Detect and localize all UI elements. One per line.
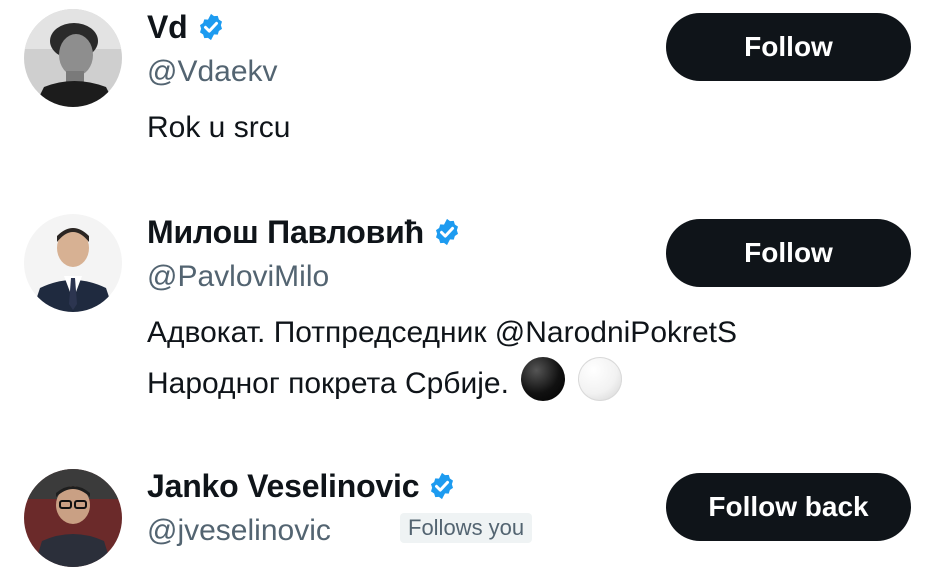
user-cell[interactable]: Janko Veselinovic @jveselinovic Follows … bbox=[0, 460, 930, 567]
bio-line: Адвокат. Потпредседник @NarodniPokretS bbox=[147, 316, 738, 349]
user-handle[interactable]: @jveselinovic bbox=[147, 514, 331, 548]
follow-button[interactable]: Follow bbox=[666, 13, 911, 81]
avatar[interactable] bbox=[24, 214, 122, 312]
display-name[interactable]: Vd bbox=[147, 9, 188, 46]
verified-badge-icon bbox=[432, 217, 462, 247]
verified-badge-icon bbox=[196, 12, 226, 42]
user-handle[interactable]: @PavloviMilo bbox=[147, 260, 329, 294]
user-cell[interactable]: Vd @Vdaekv Rok u srcu Follow bbox=[0, 0, 930, 200]
black-circle-emoji-icon bbox=[521, 357, 566, 401]
avatar[interactable] bbox=[24, 469, 122, 567]
bio-text: Народног покрета Србије. bbox=[147, 367, 509, 400]
follows-you-badge: Follows you bbox=[400, 513, 533, 543]
user-cell[interactable]: Милош Павловић @PavloviMilo Адвокат. Пот… bbox=[0, 205, 930, 435]
display-name[interactable]: Милош Павловић bbox=[147, 214, 424, 251]
verified-badge-icon bbox=[427, 471, 457, 501]
white-circle-emoji-icon bbox=[577, 357, 622, 401]
display-name[interactable]: Janko Veselinovic bbox=[147, 468, 420, 505]
follow-button[interactable]: Follow bbox=[666, 219, 911, 287]
follow-back-button[interactable]: Follow back bbox=[666, 473, 911, 541]
bio-line: Народног покрета Србије. bbox=[147, 357, 737, 408]
avatar[interactable] bbox=[24, 9, 122, 107]
user-bio: Rok u srcu bbox=[147, 111, 291, 144]
user-handle[interactable]: @Vdaekv bbox=[147, 55, 278, 89]
user-bio: Адвокат. Потпредседник @NarodniPokretS Н… bbox=[147, 309, 737, 408]
